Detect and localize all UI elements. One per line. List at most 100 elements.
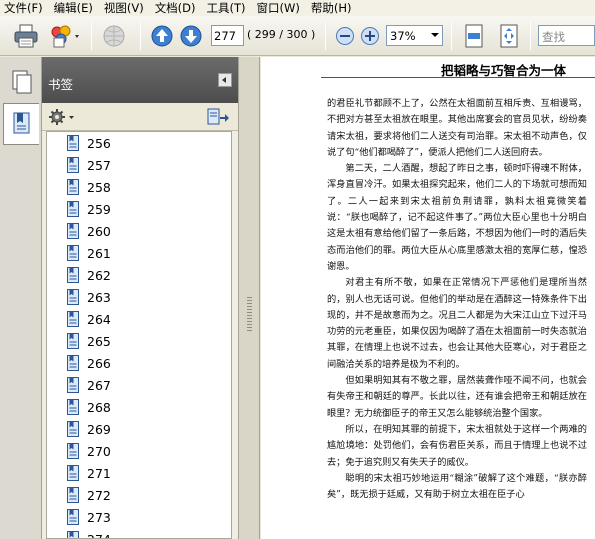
search-input[interactable]: 查找 <box>538 25 595 46</box>
bookmark-item[interactable]: 270 <box>47 441 231 463</box>
document-view: 把韬略与巧智合为一体 的君臣礼节都顾不上了，公然在太祖面前互相斥责、互相谩骂，不… <box>261 57 595 539</box>
bookmark-label: 257 <box>87 158 111 173</box>
bookmark-page-icon <box>67 487 79 503</box>
bookmark-label: 262 <box>87 268 111 283</box>
previous-page-icon[interactable] <box>151 25 173 47</box>
chevron-down-icon <box>431 33 439 37</box>
body-paragraph: 第二天，二人酒醒，想起了昨日之事，顿时吓得魂不附体，浑身直冒冷汗。如果太祖探究起… <box>327 163 587 272</box>
page-number-input[interactable]: 277 <box>211 25 244 46</box>
bookmark-item[interactable]: 274 <box>47 529 231 538</box>
bookmark-page-icon <box>67 355 79 371</box>
bookmark-label: 265 <box>87 334 111 349</box>
zoom-select[interactable]: 37% <box>386 25 443 46</box>
options-gear-icon[interactable] <box>48 108 76 126</box>
bookmark-page-icon <box>67 267 79 283</box>
menu-view[interactable]: 视图(V) <box>104 0 144 16</box>
bookmark-item[interactable]: 260 <box>47 221 231 243</box>
bookmark-label: 270 <box>87 444 111 459</box>
menu-help[interactable]: 帮助(H) <box>311 0 352 16</box>
bookmark-item[interactable]: 271 <box>47 463 231 485</box>
toolbar-separator <box>91 22 92 50</box>
bookmark-label: 260 <box>87 224 111 239</box>
menu-window[interactable]: 窗口(W) <box>257 0 300 16</box>
bookmark-label: 256 <box>87 136 111 151</box>
bookmark-item[interactable]: 272 <box>47 485 231 507</box>
bookmark-label: 273 <box>87 510 111 525</box>
bookmark-item[interactable]: 266 <box>47 353 231 375</box>
toolbar-separator <box>140 22 141 50</box>
zoom-value: 37% <box>390 29 416 43</box>
web-capture-icon[interactable] <box>101 23 131 49</box>
bookmark-label: 261 <box>87 246 111 261</box>
bookmarks-panel: 书签 256 257 258 259 260 261 262 263 264 265 266 267 2… <box>42 57 238 539</box>
bookmark-item[interactable]: 265 <box>47 331 231 353</box>
collapse-panel-button[interactable] <box>218 73 232 87</box>
bookmark-label: 269 <box>87 422 111 437</box>
bookmark-item[interactable]: 273 <box>47 507 231 529</box>
bookmark-item[interactable]: 259 <box>47 199 231 221</box>
panel-splitter[interactable] <box>238 57 260 539</box>
print-icon[interactable] <box>13 23 39 49</box>
pages-icon <box>12 70 32 94</box>
navigation-strip <box>0 57 42 539</box>
menu-file[interactable]: 文件(F) <box>4 0 43 16</box>
bookmark-label: 272 <box>87 488 111 503</box>
bookmark-label: 268 <box>87 400 111 415</box>
bookmark-page-icon <box>67 377 79 393</box>
bookmark-item[interactable]: 263 <box>47 287 231 309</box>
bookmark-page-icon <box>67 531 79 538</box>
menu-bar: 文件(F) 编辑(E) 视图(V) 文档(D) 工具(T) 窗口(W) 帮助(H… <box>0 0 595 16</box>
bookmark-label: 271 <box>87 466 111 481</box>
toolbar-separator <box>530 22 531 50</box>
body-paragraph: 所以，在明知其罪的前提下，宋太祖就处于这样一个两难的尴尬境地：处罚他们，会有伤君… <box>327 423 587 468</box>
bookmark-page-icon <box>67 333 79 349</box>
bookmark-page-icon <box>67 421 79 437</box>
menu-edit[interactable]: 编辑(E) <box>54 0 93 16</box>
bookmark-list: 256 257 258 259 260 261 262 263 264 265 266 267 268 2… <box>46 131 232 539</box>
page-count-label: ( 299 / 300 ) <box>247 28 316 41</box>
bookmark-item[interactable]: 258 <box>47 177 231 199</box>
pages-tab[interactable] <box>3 61 39 103</box>
splitter-grip-icon[interactable] <box>247 297 252 333</box>
bookmark-item[interactable]: 262 <box>47 265 231 287</box>
next-page-icon[interactable] <box>180 25 202 47</box>
zoom-out-icon[interactable] <box>335 26 355 46</box>
body-paragraph: 但如果明知其有不敬之罪，居然装聋作哑不闻不问，也就会有失帝王和朝廷的尊严。长此以… <box>327 375 587 419</box>
toolbar: 277 ( 299 / 300 ) 37% 查找 <box>0 16 595 56</box>
bookmark-item[interactable]: 264 <box>47 309 231 331</box>
bookmark-page-icon <box>67 223 79 239</box>
bookmarks-tab[interactable] <box>3 103 39 145</box>
bookmark-page-icon <box>67 245 79 261</box>
bookmark-page-icon <box>67 465 79 481</box>
bookmark-item[interactable]: 267 <box>47 375 231 397</box>
bookmark-item[interactable]: 261 <box>47 243 231 265</box>
bookmark-page-icon <box>67 179 79 195</box>
bookmarks-panel-header: 书签 <box>42 57 238 103</box>
bookmark-label: 259 <box>87 202 111 217</box>
menu-tools[interactable]: 工具(T) <box>207 0 246 16</box>
expand-bookmark-icon[interactable] <box>206 108 230 126</box>
bookmark-item[interactable]: 257 <box>47 155 231 177</box>
bookmark-item[interactable]: 256 <box>47 133 231 155</box>
bookmarks-panel-title: 书签 <box>48 77 74 92</box>
bookmark-page-icon <box>67 399 79 415</box>
bookmark-label: 266 <box>87 356 111 371</box>
bookmark-page-icon <box>67 201 79 217</box>
fit-width-icon[interactable] <box>462 23 486 49</box>
bookmarks-icon <box>13 112 30 134</box>
bookmark-page-icon <box>67 443 79 459</box>
bookmark-label: 258 <box>87 180 111 195</box>
menu-document[interactable]: 文档(D) <box>155 0 196 16</box>
bookmark-page-icon <box>67 135 79 151</box>
review-share-icon[interactable] <box>48 23 82 49</box>
bookmark-item[interactable]: 268 <box>47 397 231 419</box>
toolbar-separator <box>325 22 326 50</box>
fit-page-icon[interactable] <box>496 23 522 49</box>
body-paragraph: 的君臣礼节都顾不上了，公然在太祖面前互相斥责、互相谩骂，不把对方甚至太祖放在眼里… <box>327 98 587 158</box>
zoom-in-icon[interactable] <box>360 26 380 46</box>
bookmark-page-icon <box>67 157 79 173</box>
bookmark-label: 267 <box>87 378 111 393</box>
bookmark-label: 264 <box>87 312 111 327</box>
header-rule <box>321 77 595 78</box>
bookmark-item[interactable]: 269 <box>47 419 231 441</box>
